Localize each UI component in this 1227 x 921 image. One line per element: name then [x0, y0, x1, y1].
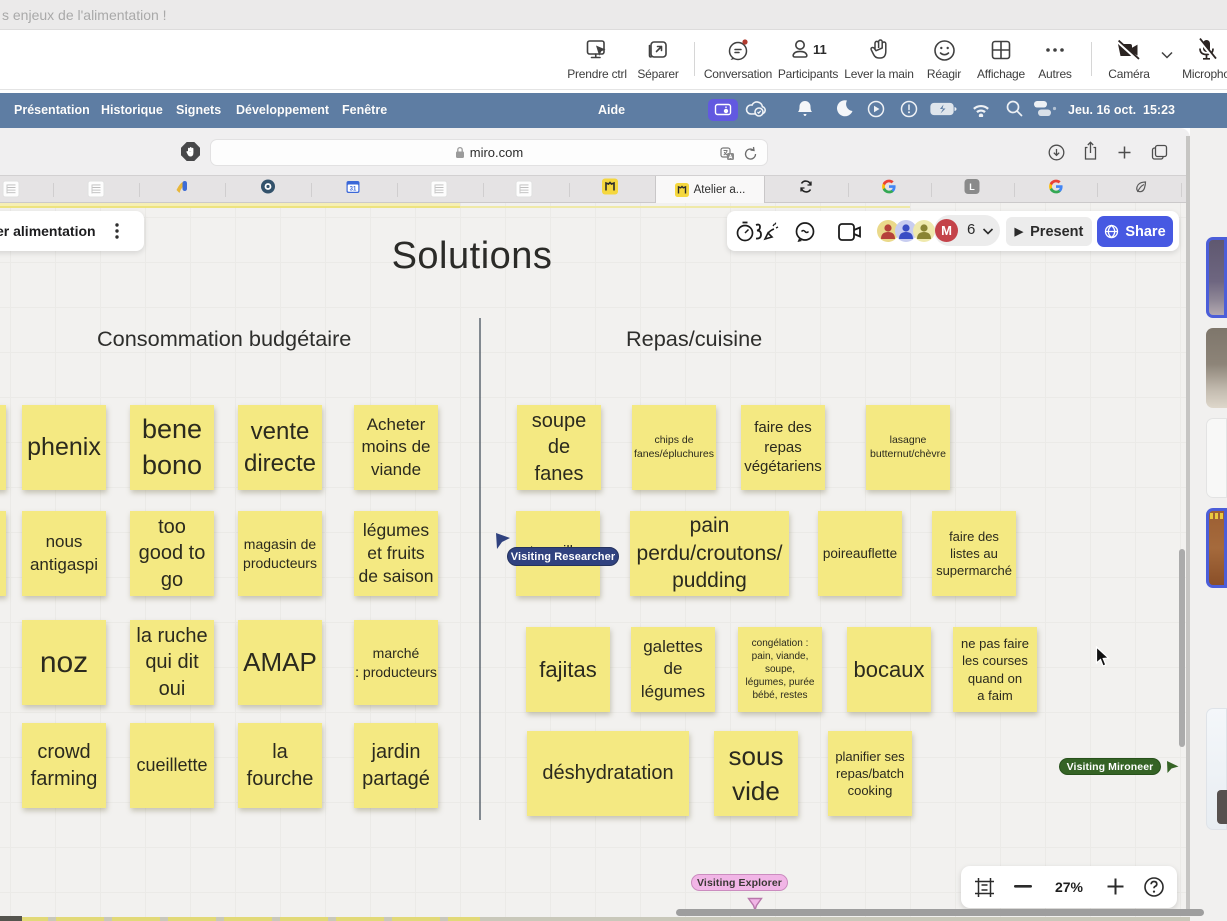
svg-text:31: 31 — [350, 187, 357, 193]
svg-text:11: 11 — [813, 42, 827, 57]
svg-text:L: L — [969, 182, 975, 192]
